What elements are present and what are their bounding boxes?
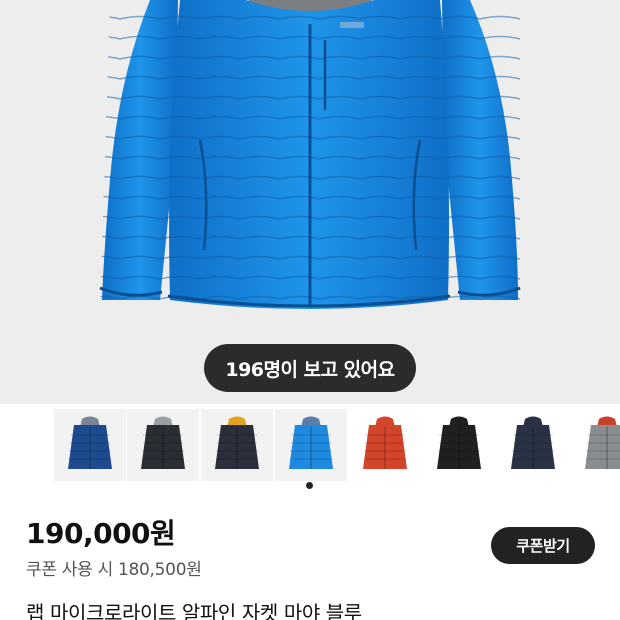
jacket-thumbnail-icon	[511, 416, 555, 469]
jacket-thumbnail-icon	[363, 416, 407, 469]
product-price: 190,000원	[26, 517, 176, 550]
thumbnail-grey[interactable]	[571, 409, 620, 481]
jacket-thumbnail-icon	[68, 416, 112, 469]
jacket-thumbnail-icon	[215, 416, 259, 469]
thumbnail-black[interactable]	[127, 409, 199, 481]
viewers-badge: 196명이 보고 있어요	[204, 344, 416, 392]
thumbnail-strip[interactable]	[54, 409, 620, 481]
coupon-price-text: 쿠폰 사용 시 180,500원	[26, 560, 202, 580]
get-coupon-button[interactable]: 쿠폰받기	[491, 527, 595, 564]
thumbnail-black-hood[interactable]	[423, 409, 495, 481]
jacket-thumbnail-icon	[141, 416, 185, 469]
thumbnail-navy-hood[interactable]	[497, 409, 569, 481]
jacket-thumbnail-icon	[585, 416, 620, 469]
product-hero-image[interactable]: 196명이 보고 있어요	[0, 0, 620, 404]
thumbnail-black-orange[interactable]	[201, 409, 273, 481]
thumbnail-navy[interactable]	[54, 409, 126, 481]
thumbnail-blue[interactable]	[275, 409, 347, 481]
thumbnail-red[interactable]	[349, 409, 421, 481]
product-title: 랩 마이크로라이트 알파인 자켓 마야 블루	[26, 601, 362, 620]
jacket-thumbnail-icon	[289, 416, 333, 469]
carousel-dot-active	[306, 482, 313, 489]
jacket-thumbnail-icon	[437, 416, 481, 469]
